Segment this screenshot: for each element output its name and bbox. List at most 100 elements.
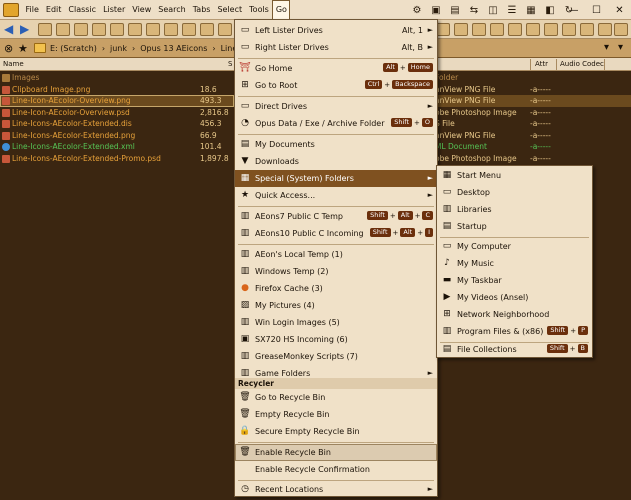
menu-item-desktop[interactable]: ▭ Desktop (437, 184, 592, 201)
columns-icon[interactable] (544, 23, 558, 36)
minimize-button[interactable]: — (562, 0, 585, 20)
menu-go[interactable]: Go (272, 0, 291, 20)
file-details[interactable]: obe Photoshop Image -a----- (435, 153, 631, 165)
view-icon[interactable]: ◧ (543, 4, 557, 17)
app-icon[interactable] (3, 3, 19, 17)
menu-item-right-lister-drives[interactable]: ▭ Right Lister Drives Alt, B ► (235, 39, 437, 56)
grid-icon[interactable]: ▦ (524, 4, 538, 17)
menu-item-greasemonkey[interactable]: ▥ GreaseMonkey Scripts (7) (235, 348, 437, 365)
menu-item-opus-data[interactable]: ◔ Opus Data / Exe / Archive Folder Shift… (235, 115, 437, 132)
flat-view-icon[interactable] (580, 23, 594, 36)
column-divider[interactable] (530, 59, 531, 70)
swap-icon[interactable]: ⇆ (467, 4, 481, 17)
dropdown-icon[interactable]: ▾ (604, 42, 609, 53)
help-icon[interactable] (614, 23, 628, 36)
menu-item-go-root[interactable]: ⊞ Go to Root Ctrl + Backspace (235, 77, 437, 94)
menu-classic[interactable]: Classic (65, 0, 100, 20)
file-details[interactable]: anView PNG File -a----- (435, 84, 631, 96)
menu-item-my-pictures[interactable]: ▨ My Pictures (4) (235, 297, 437, 314)
menu-item-enable-recycle-bin[interactable]: 🗑 Enable Recycle Bin (235, 444, 437, 461)
file-details[interactable]: S File -a----- (435, 118, 631, 130)
column-size[interactable]: S (228, 58, 232, 71)
file-details[interactable]: Folder (435, 72, 631, 84)
menu-view[interactable]: View (129, 0, 155, 20)
layout-icon[interactable]: ▣ (429, 4, 443, 17)
menu-item-enable-recycle-confirmation[interactable]: Enable Recycle Confirmation (235, 461, 437, 478)
menu-item-secure-empty[interactable]: 🔒 Secure Empty Recycle Bin (235, 423, 437, 440)
table-row[interactable]: Line-Icon-AEcolor-Overview.psd 2,816.8 (0, 107, 234, 119)
table-row[interactable]: Line-Icons-AEcolor-Extended.png 66.9 (0, 130, 234, 142)
search-icon[interactable] (182, 23, 196, 36)
copy-icon[interactable] (92, 23, 106, 36)
menu-search[interactable]: Search (155, 0, 189, 20)
home-icon[interactable] (56, 23, 70, 36)
close-button[interactable]: ✕ (608, 0, 631, 20)
gear-icon[interactable]: ⚙ (410, 4, 424, 17)
menu-item-empty-recycle-bin[interactable]: 🗑 Empty Recycle Bin (235, 406, 437, 423)
menu-select[interactable]: Select (214, 0, 246, 20)
move-icon[interactable] (110, 23, 124, 36)
column-audio-codec[interactable]: Audio Codec (560, 58, 604, 71)
menu-item-my-documents[interactable]: ▤ My Documents (235, 136, 437, 153)
menu-item-file-collections[interactable]: ▤ File Collections Shift + B (437, 341, 592, 358)
menu-item-network[interactable]: ⊞ Network Neighborhood (437, 306, 592, 323)
rename-icon[interactable] (146, 23, 160, 36)
filter-icon[interactable] (200, 23, 214, 36)
back-arrow-icon[interactable]: ◀ (4, 22, 13, 36)
menu-item-go-recycle-bin[interactable]: 🗑 Go to Recycle Bin (235, 389, 437, 406)
menu-item-direct-drives[interactable]: ▭ Direct Drives ► (235, 98, 437, 115)
column-name[interactable]: Name (3, 58, 24, 71)
breadcrumb-item[interactable]: E: (Scratch) (50, 39, 97, 58)
favorite-star-icon[interactable]: ★ (18, 42, 28, 55)
preview-icon[interactable] (598, 23, 612, 36)
file-details[interactable]: anView PNG File -a----- (435, 95, 631, 107)
column-divider[interactable] (604, 59, 605, 70)
menu-item-startup[interactable]: ▤ Startup (437, 218, 592, 235)
menu-item-firefox-cache[interactable]: ● Firefox Cache (3) (235, 280, 437, 297)
file-details[interactable]: ML Document -a----- (435, 141, 631, 153)
menu-item-local-temp[interactable]: ▥ AEon's Local Temp (1) (235, 246, 437, 263)
split-icon[interactable]: ◫ (486, 4, 500, 17)
forward-arrow-icon[interactable]: ▶ (20, 22, 29, 36)
menu-item-my-videos[interactable]: ▶ My Videos (Ansel) (437, 289, 592, 306)
menu-item-libraries[interactable]: ▥ Libraries (437, 201, 592, 218)
file-details[interactable]: obe Photoshop Image -a----- (435, 107, 631, 119)
menu-item-quick-access[interactable]: ★ Quick Access... ► (235, 187, 437, 204)
menu-item-start-menu[interactable]: ▦ Start Menu (437, 167, 592, 184)
menu-item-windows-temp[interactable]: ▥ Windows Temp (2) (235, 263, 437, 280)
file-details[interactable]: anView PNG File -a----- (435, 130, 631, 142)
menu-item-sx720[interactable]: ▣ SX720 HS Incoming (6) (235, 331, 437, 348)
properties-icon[interactable] (164, 23, 178, 36)
power-icon[interactable] (508, 23, 522, 36)
viewer-icon[interactable] (436, 23, 450, 36)
menu-item-special-folders[interactable]: ▦ Special (System) Folders ► (235, 170, 437, 187)
menu-file[interactable]: File (22, 0, 42, 20)
table-row[interactable]: Line-Icons-AEcolor-Extended.dis 456.3 (0, 118, 234, 130)
breadcrumb-item[interactable]: junk (110, 39, 127, 58)
table-row[interactable]: Clipboard Image.png 18.6 (0, 84, 234, 96)
menu-item-aeons10-incoming[interactable]: ▥ AEons10 Public C Incoming Shift + Alt + I (235, 225, 437, 242)
breadcrumb-item[interactable]: Opus 13 AEicons (140, 39, 207, 58)
sync-icon[interactable] (562, 23, 576, 36)
table-row[interactable]: Line-Icons-AEcolor-Extended.xml 101.4 (0, 141, 234, 153)
menu-item-go-home[interactable]: ⛩ Go Home Alt + Home (235, 60, 437, 77)
location-icon[interactable]: ⊗ (4, 42, 13, 55)
table-row[interactable]: Line-Icon-AEcolor-Overview.png 493.3 (0, 95, 234, 107)
menu-item-downloads[interactable]: ▼ Downloads (235, 153, 437, 170)
menu-item-aeons7-temp[interactable]: ▥ AEons7 Public C Temp Shift + Alt + C (235, 208, 437, 225)
menu-item-win-login-images[interactable]: ▥ Win Login Images (5) (235, 314, 437, 331)
details-icon[interactable] (472, 23, 486, 36)
delete-icon[interactable] (128, 23, 142, 36)
menu-tools[interactable]: Tools (246, 0, 273, 20)
lister-icon[interactable]: ▤ (448, 4, 462, 17)
select-icon[interactable] (218, 23, 232, 36)
menu-lister[interactable]: Lister (100, 0, 129, 20)
tree-icon[interactable]: ☰ (505, 4, 519, 17)
menu-item-my-music[interactable]: ♪ My Music (437, 255, 592, 272)
table-row[interactable]: Images (0, 72, 234, 84)
maximize-button[interactable]: ☐ (585, 0, 608, 20)
menu-tabs[interactable]: Tabs (189, 0, 214, 20)
new-folder-icon[interactable] (74, 23, 88, 36)
table-row[interactable]: Line-Icons-AEcolor-Extended-Promo.psd 1,8… (0, 153, 234, 165)
menu-edit[interactable]: Edit (42, 0, 65, 20)
